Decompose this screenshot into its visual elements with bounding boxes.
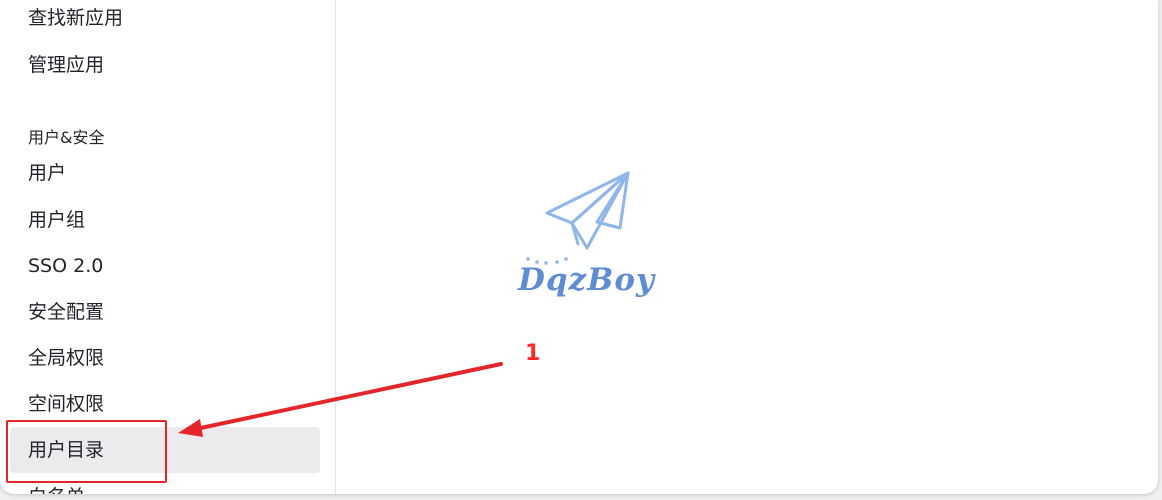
annotation-arrow-icon [178, 362, 503, 437]
step-number-badge: 1 [525, 341, 541, 366]
